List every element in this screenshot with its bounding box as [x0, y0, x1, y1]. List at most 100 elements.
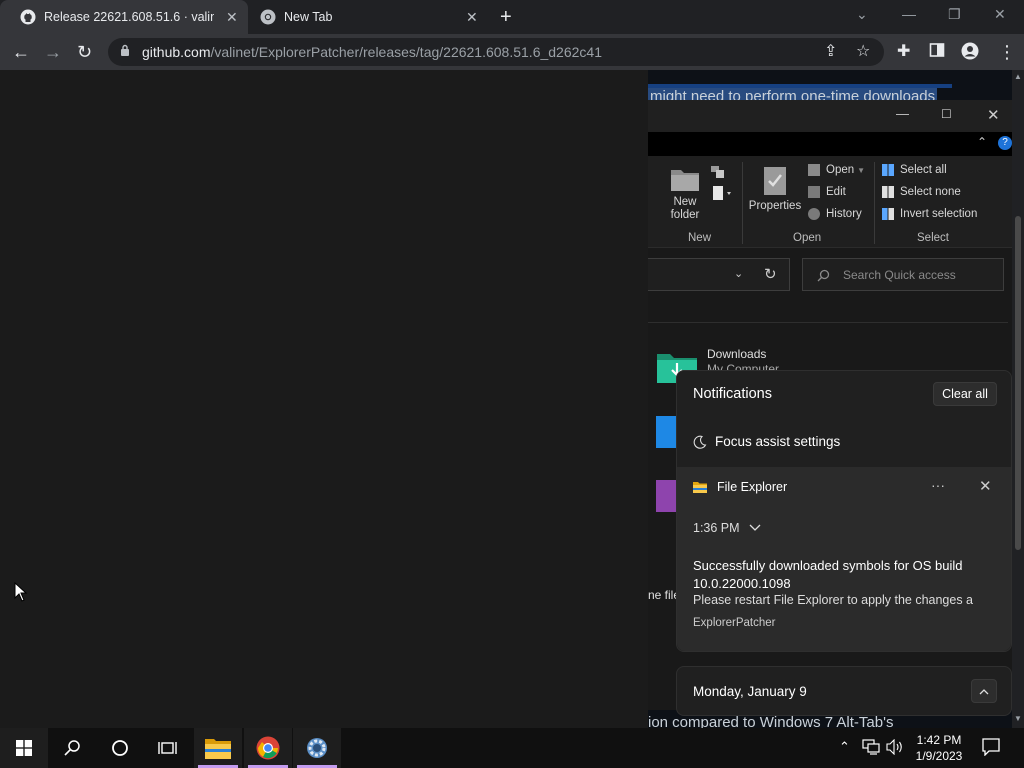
invert-selection-icon — [882, 208, 894, 220]
search-placeholder: Search Quick access — [843, 268, 956, 282]
windows-logo-icon — [16, 740, 32, 756]
notification-time[interactable]: 1:36 PM — [693, 521, 761, 535]
notification-source: ExplorerPatcher — [693, 617, 776, 629]
explorer-search-box[interactable]: Search Quick access — [802, 258, 1004, 291]
profile-icon[interactable] — [961, 42, 979, 64]
address-dropdown-icon[interactable]: ⌄ — [734, 267, 743, 280]
notification-app: File Explorer — [693, 480, 787, 494]
start-button[interactable] — [0, 728, 48, 768]
cortana-circle-icon — [112, 740, 128, 756]
network-icon[interactable] — [862, 739, 880, 758]
clock[interactable]: 1:42 PM 1/9/2023 — [912, 732, 966, 764]
notification-center: Notifications Clear all Focus assist set… — [676, 370, 1012, 652]
github-icon — [20, 9, 36, 25]
notifications-title: Notifications — [693, 386, 772, 402]
search-icon — [817, 269, 830, 282]
history-button[interactable]: History — [808, 208, 862, 220]
invert-selection-button[interactable]: Invert selection — [882, 208, 977, 220]
refresh-icon[interactable]: ↻ — [764, 265, 777, 283]
restore-icon[interactable]: ❐ — [948, 6, 961, 23]
task-view-button[interactable] — [144, 728, 192, 768]
tab-close-icon[interactable]: ✕ — [466, 9, 478, 26]
cortana-button[interactable] — [96, 728, 144, 768]
address-bar[interactable]: github.com/valinet/ExplorerPatcher/relea… — [108, 38, 884, 66]
dismiss-icon[interactable]: ✕ — [979, 477, 992, 495]
share-icon[interactable]: ⇪ — [824, 42, 837, 62]
scroll-up-icon[interactable]: ▲ — [1014, 72, 1022, 81]
side-panel-icon[interactable] — [929, 42, 945, 62]
ribbon: New folder Properties Open ▼ Edit History… — [648, 156, 1012, 248]
focus-assist-settings-link[interactable]: Focus assist settings — [693, 434, 840, 449]
calendar-flyout-header: Monday, January 9 — [676, 666, 1012, 716]
taskbar-file-explorer[interactable] — [194, 728, 242, 768]
select-all-icon — [882, 164, 894, 176]
ribbon-separator — [874, 162, 875, 244]
minimize-icon[interactable]: — — [902, 6, 916, 22]
notification-body: Please restart File Explorer to apply th… — [693, 593, 974, 607]
calendar-date: Monday, January 9 — [693, 684, 807, 699]
open-button[interactable]: Open ▼ — [808, 164, 865, 176]
extensions-icon[interactable]: ✚ — [897, 42, 910, 62]
downloads-item-label[interactable]: Downloads — [707, 347, 766, 361]
explorer-title-bar: — ☐ ✕ — [648, 100, 1012, 132]
tab-new-tab[interactable]: New Tab ✕ — [240, 0, 490, 34]
bookmark-star-icon[interactable]: ☆ — [856, 42, 870, 62]
file-explorer-icon — [693, 482, 707, 493]
ribbon-separator — [742, 162, 743, 244]
taskbar: ⌃ 1:42 PM 1/9/2023 — [0, 728, 1024, 768]
history-icon — [808, 208, 820, 220]
action-center-icon[interactable] — [982, 738, 1000, 759]
clear-all-button[interactable]: Clear all — [933, 382, 997, 406]
notification-headline: Successfully downloaded symbols for OS b… — [693, 558, 963, 591]
lock-icon — [121, 44, 129, 56]
select-none-button[interactable]: Select none — [882, 186, 961, 198]
help-icon[interactable]: ? — [998, 136, 1012, 150]
scrollbar-thumb[interactable] — [1015, 216, 1021, 550]
properties-button[interactable]: Properties — [748, 166, 802, 213]
notification-card[interactable]: File Explorer ··· ✕ 1:36 PM Successfully… — [677, 467, 1011, 651]
close-window-icon[interactable]: ✕ — [994, 6, 1006, 23]
scroll-down-icon[interactable]: ▼ — [1014, 714, 1022, 723]
settings-gear-icon — [307, 738, 327, 758]
tab-release[interactable]: Release 22621.608.51.6 · valinet/E ✕ — [0, 0, 248, 34]
page-text-fragment: ion compared to Windows 7 Alt-Tab's — [648, 714, 894, 728]
show-hidden-icons[interactable]: ⌃ — [839, 739, 850, 755]
forward-icon[interactable]: → — [44, 42, 62, 62]
taskbar-chrome[interactable] — [244, 728, 292, 768]
easy-access-icon[interactable] — [712, 186, 732, 205]
ribbon-collapse-icon[interactable]: ⌃ — [977, 135, 987, 149]
volume-icon[interactable] — [886, 738, 904, 758]
explorer-address-bar[interactable]: ⌄ ↻ — [648, 258, 790, 291]
ribbon-tab-bar: ⌃ ? — [648, 132, 1012, 156]
maximize-icon[interactable]: ☐ — [941, 107, 952, 121]
new-folder-button[interactable]: New folder — [668, 166, 702, 222]
edit-button[interactable]: Edit — [808, 186, 846, 198]
select-all-button[interactable]: Select all — [882, 164, 947, 176]
tab-search-icon[interactable]: ⌄ — [856, 6, 868, 23]
new-item-icon[interactable] — [710, 165, 730, 184]
taskbar-settings[interactable] — [293, 728, 341, 768]
more-options-icon[interactable]: ··· — [931, 477, 945, 493]
properties-icon — [764, 167, 786, 195]
menu-icon[interactable]: ⋮ — [998, 42, 1016, 62]
folder-icon — [671, 170, 699, 191]
documents-folder-icon[interactable] — [656, 416, 678, 448]
calendar-expand-button[interactable] — [971, 679, 997, 703]
file-explorer-icon — [205, 739, 231, 759]
edit-icon — [808, 186, 820, 198]
chevron-down-icon — [749, 524, 761, 531]
back-icon[interactable]: ← — [12, 42, 30, 62]
ribbon-group-select: Select — [917, 232, 949, 244]
minimize-icon[interactable]: — — [896, 106, 909, 121]
reload-icon[interactable]: ↻ — [77, 42, 92, 62]
url-text: github.com/valinet/ExplorerPatcher/relea… — [142, 44, 602, 60]
videos-folder-icon[interactable] — [656, 480, 678, 512]
close-icon[interactable]: ✕ — [987, 106, 1000, 124]
divider — [648, 322, 1008, 323]
select-none-icon — [882, 186, 894, 198]
new-tab-button[interactable]: + — [500, 6, 512, 29]
page-scrollbar[interactable]: ▲ ▼ — [1012, 70, 1024, 728]
search-button[interactable] — [48, 728, 96, 768]
open-icon — [808, 164, 820, 176]
tab-close-icon[interactable]: ✕ — [226, 9, 238, 26]
